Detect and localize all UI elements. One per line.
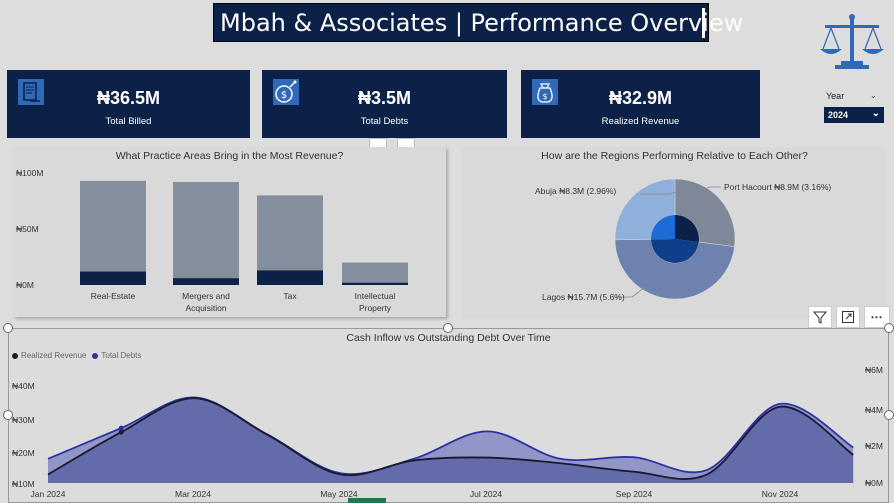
- y-left-tick: ₦40M: [12, 381, 35, 391]
- bar-total[interactable]: [342, 262, 408, 285]
- kpi-card-total-billed[interactable]: ₦36.5M Total Billed: [7, 70, 250, 138]
- port-harcourt-label: Port Hacourt ₦8.9M (3.16%): [724, 182, 831, 192]
- total-billed-label: Total Billed: [105, 116, 152, 127]
- y-left-tick: ₦10M: [12, 479, 35, 489]
- filter-icon: [813, 311, 827, 324]
- total-debts-value: ₦3.5M: [357, 88, 411, 108]
- lagos-label: Lagos ₦15.7M (5.6%): [542, 292, 625, 302]
- abuja-label: Abuja ₦8.3M (2.96%): [535, 186, 616, 196]
- chevron-down-icon: ⌄: [871, 108, 880, 119]
- focus-mode-button[interactable]: [836, 306, 860, 328]
- bar-category-label: Intellectual: [355, 291, 396, 301]
- bar-category-label: Property: [359, 303, 392, 313]
- year-slicer-value: 2024: [828, 110, 849, 120]
- scales-of-justice-icon: [820, 14, 884, 69]
- page-title-box[interactable]: Mbah & Associates | Performance Overview: [213, 3, 743, 42]
- y-axis-tick: ₦100M: [16, 168, 43, 178]
- y-right-tick: ₦4M: [865, 405, 883, 415]
- year-slicer-dropdown[interactable]: 2024 ⌄: [824, 107, 884, 123]
- bar-category-label: Mergers and: [182, 291, 230, 301]
- y-axis-tick: ₦50M: [16, 224, 39, 234]
- y-right-tick: ₦6M: [865, 365, 883, 375]
- bar-segment[interactable]: [173, 278, 239, 285]
- practice-bar-chart: ₦100M ₦50M ₦0M Real-Estate Mergers and Acq…: [16, 168, 408, 313]
- bar-segment[interactable]: [342, 282, 408, 285]
- realized-revenue-label: Realized Revenue: [601, 116, 680, 127]
- practice-area-panel[interactable]: What Practice Areas Bring in the Most Re…: [13, 147, 446, 317]
- x-tick: Jan 2024: [31, 489, 66, 499]
- year-slicer-label: Year: [826, 91, 845, 101]
- resize-handle[interactable]: [884, 410, 894, 420]
- data-point[interactable]: [118, 425, 124, 431]
- x-tick: Nov 2024: [762, 489, 799, 499]
- y-left-tick: ₦30M: [12, 415, 35, 425]
- bar-category-label: Real-Estate: [91, 291, 136, 301]
- resize-handle[interactable]: [443, 323, 453, 333]
- slicer-clear-icon[interactable]: ⌄: [870, 91, 877, 100]
- total-billed-value: ₦36.5M: [96, 88, 161, 108]
- cash-area-chart: ₦40M ₦30M ₦20M ₦10M ₦6M ₦4M ₦2M ₦0M Jan …: [12, 365, 883, 499]
- resize-handle[interactable]: [3, 323, 13, 333]
- bar-segment[interactable]: [257, 270, 323, 285]
- text-cursor: [702, 8, 705, 38]
- regions-donut-chart: Abuja ₦8.3M (2.96%) Port Hacourt ₦8.9M (…: [535, 178, 831, 302]
- page-title: Mbah & Associates | Performance Overview: [220, 9, 744, 37]
- bar-category-label: Acquisition: [185, 303, 226, 313]
- expand-icon: [842, 311, 854, 323]
- x-tick: Sep 2024: [616, 489, 653, 499]
- x-tick: Mar 2024: [175, 489, 211, 499]
- realized-revenue-value: ₦32.9M: [608, 88, 673, 108]
- realized-revenue-area: [48, 398, 854, 483]
- x-tick: Jul 2024: [470, 489, 502, 499]
- filter-button[interactable]: [808, 306, 832, 328]
- bar-total[interactable]: [173, 181, 239, 285]
- bar-total[interactable]: [80, 180, 146, 285]
- regions-panel[interactable]: How are the Regions Performing Relative …: [462, 147, 887, 319]
- page-tab-indicator: [348, 498, 386, 503]
- y-axis-tick: ₦0M: [16, 280, 34, 290]
- ellipsis-icon: ⋯: [870, 310, 884, 324]
- y-left-tick: ₦20M: [12, 448, 35, 458]
- bar-segment[interactable]: [80, 271, 146, 285]
- kpi-card-total-debts[interactable]: $ ₦3.5M Total Debts: [262, 70, 507, 138]
- bar-category-label: Tax: [283, 291, 297, 301]
- resize-handle[interactable]: [3, 410, 13, 420]
- y-right-tick: ₦0M: [865, 478, 883, 488]
- kpi-card-realized-revenue[interactable]: $ ₦32.9M Realized Revenue: [521, 70, 760, 138]
- total-debts-label: Total Debts: [360, 116, 409, 127]
- resize-handle[interactable]: [884, 323, 894, 333]
- y-right-tick: ₦2M: [865, 441, 883, 451]
